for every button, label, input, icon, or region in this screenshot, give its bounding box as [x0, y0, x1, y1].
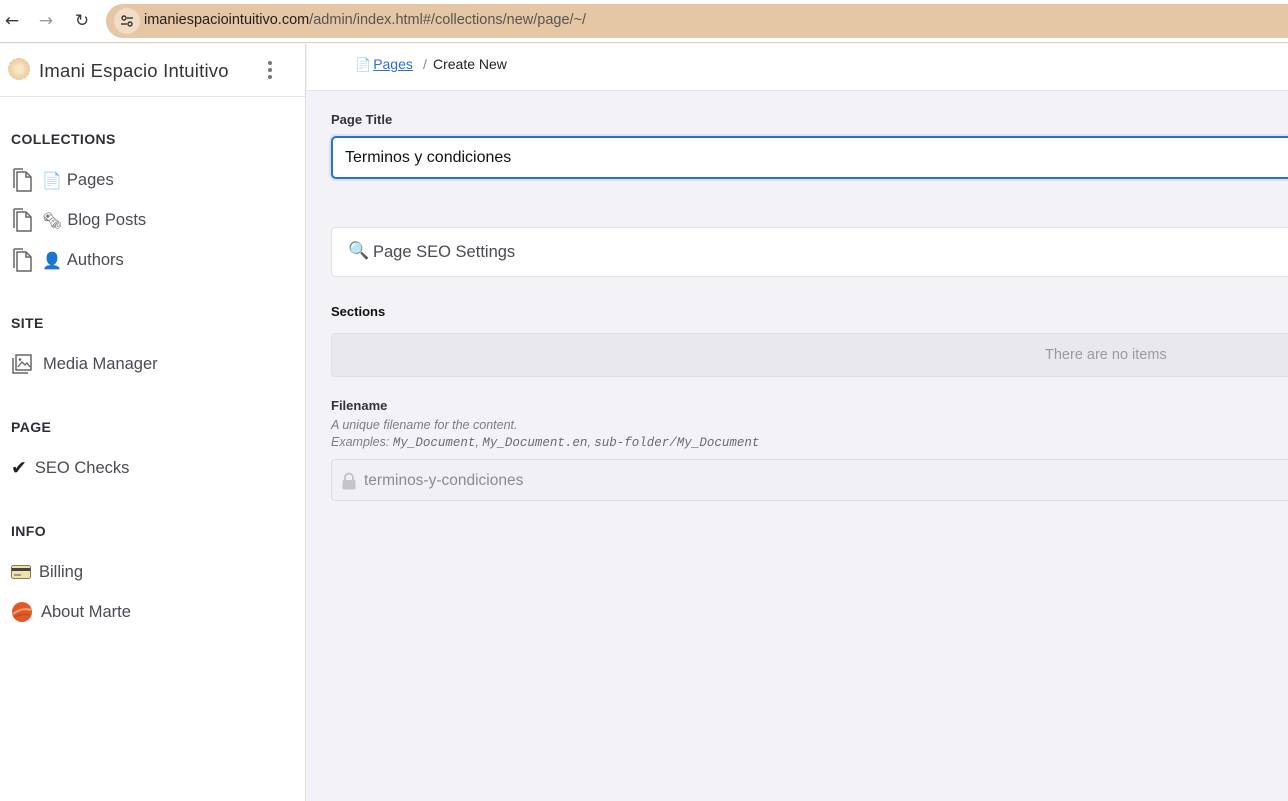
document-icon [13, 208, 32, 232]
page-emoji-icon: 📄 [42, 170, 62, 190]
seo-settings-label: Page SEO Settings [373, 243, 516, 261]
brand-title: Imani Espacio Intuitivo [39, 60, 229, 81]
lock-icon [342, 472, 356, 490]
breadcrumb: 📄 Pages / Create New [307, 44, 1288, 91]
filename-examples: Examples: My_Document, My_Document.en, s… [331, 435, 760, 450]
newspaper-icon: 🗞 [42, 210, 63, 230]
sidebar-item-blog-posts[interactable]: 🗞 Blog Posts [11, 206, 146, 234]
sidebar-item-label: Blog Posts [67, 210, 147, 229]
url-host: imaniespaciointuitivo.com [144, 12, 310, 28]
page-title-input[interactable] [331, 136, 1288, 179]
document-icon [13, 248, 32, 272]
planet-icon [12, 602, 32, 622]
person-icon: 👤 [42, 250, 62, 270]
site-heading: SITE [11, 315, 44, 331]
brand-header: Imani Espacio Intuitivo [0, 44, 305, 97]
credit-card-icon [11, 565, 31, 579]
more-options-icon[interactable] [262, 58, 278, 82]
sidebar-item-billing[interactable]: Billing [11, 558, 83, 586]
collections-heading: COLLECTIONS [11, 131, 116, 147]
filename-value: terminos-y-condiciones [364, 472, 524, 489]
page-heading: PAGE [11, 419, 52, 435]
breadcrumb-separator: / [423, 56, 427, 72]
sidebar-item-media-manager[interactable]: Media Manager [11, 350, 158, 378]
sidebar-item-seo-checks[interactable]: ✔ SEO Checks [11, 454, 129, 482]
filename-field: terminos-y-condiciones [331, 459, 1288, 501]
url-text[interactable]: imaniespaciointuitivo.com/admin/index.ht… [144, 12, 586, 28]
breadcrumb-current: Create New [433, 56, 507, 72]
address-bar[interactable]: imaniespaciointuitivo.com/admin/index.ht… [106, 4, 1288, 38]
filename-label: Filename [331, 398, 388, 413]
sidebar-item-about-marte[interactable]: About Marte [11, 598, 131, 626]
sidebar-item-label: Billing [39, 562, 84, 581]
breadcrumb-pages-link[interactable]: 📄 Pages [355, 56, 413, 73]
brand-logo-icon [8, 58, 30, 80]
reload-icon[interactable]: ↻ [70, 9, 94, 33]
sidebar-item-label: Authors [66, 250, 124, 269]
examples-prefix: Examples: [331, 435, 393, 449]
breadcrumb-link-label: Pages [373, 56, 413, 72]
checkmark-icon: ✔ [11, 457, 27, 479]
sidebar-item-authors[interactable]: 👤 Authors [11, 246, 124, 274]
sidebar-item-label: Pages [66, 170, 114, 189]
page-emoji-icon: 📄 [355, 58, 372, 73]
sidebar-item-label: SEO Checks [34, 458, 130, 477]
example-2: My_Document.en [482, 436, 588, 450]
example-3: sub-folder/My_Document [594, 436, 760, 450]
back-arrow-icon[interactable]: ← [0, 9, 24, 33]
sidebar-item-pages[interactable]: 📄 Pages [11, 166, 114, 194]
sidebar-item-label: About Marte [41, 602, 131, 621]
example-1: My_Document [392, 436, 476, 450]
url-path: /admin/index.html#/collections/new/page/… [309, 12, 587, 28]
sidebar: Imani Espacio Intuitivo COLLECTIONS 📄 Pa… [0, 44, 306, 801]
forward-arrow-icon[interactable]: → [34, 9, 58, 33]
sections-empty-text: There are no items [1045, 347, 1167, 363]
image-gallery-icon [12, 354, 32, 374]
sections-label: Sections [331, 304, 386, 319]
info-heading: INFO [11, 523, 47, 539]
filename-help: A unique filename for the content. [331, 418, 518, 432]
page-title-label: Page Title [331, 112, 393, 127]
main-content: 📄Pages / Create New Page Title 🔍 Page SE… [307, 44, 1288, 801]
magnifier-icon: 🔍 [348, 241, 370, 261]
document-icon [13, 168, 32, 192]
sections-list: There are no items [331, 333, 1288, 377]
site-info-icon[interactable] [114, 8, 140, 34]
page-seo-settings-toggle[interactable]: 🔍 Page SEO Settings [331, 227, 1288, 277]
sidebar-item-label: Media Manager [43, 354, 158, 373]
browser-toolbar: ← → ↻ imaniespaciointuitivo.com/admin/in… [0, 0, 1288, 43]
